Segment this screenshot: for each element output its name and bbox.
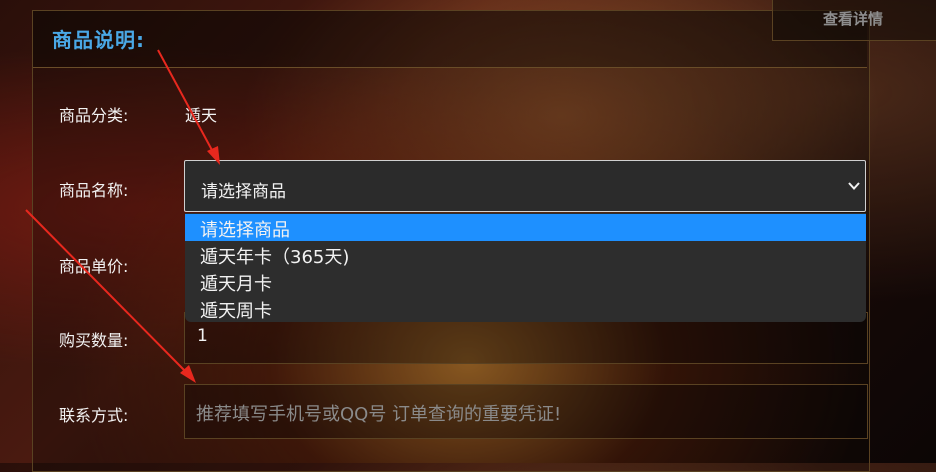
annotation-arrow-contact <box>25 209 187 373</box>
annotation-arrows <box>25 49 220 383</box>
annotation-arrow-product <box>157 49 214 153</box>
annotation-arrow-product-head <box>207 146 220 165</box>
